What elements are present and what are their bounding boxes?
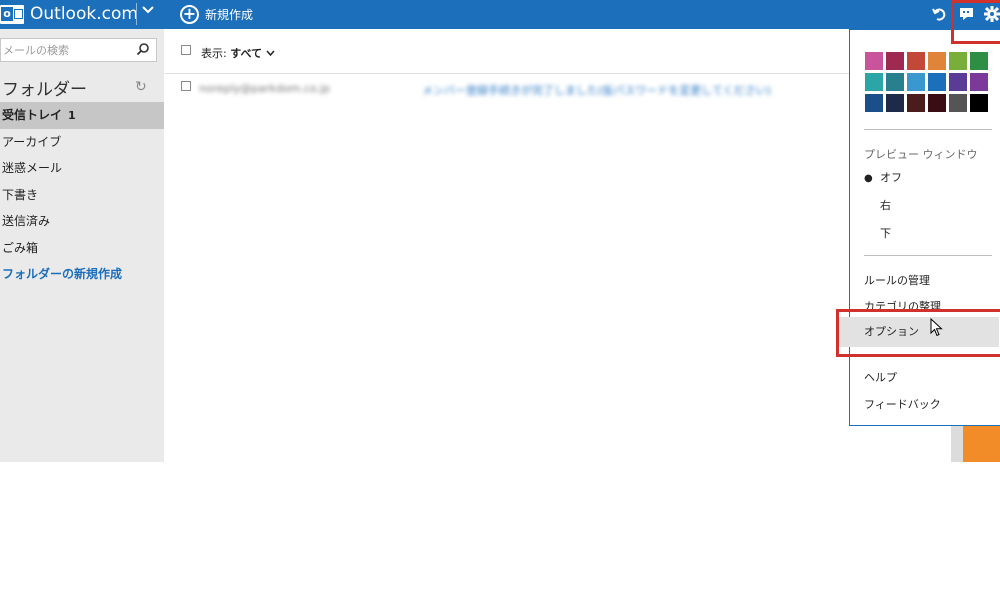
refresh-icon[interactable]: ↻ <box>135 79 147 95</box>
folder-drafts[interactable]: 下書き <box>0 182 164 209</box>
message-sender: noreply@parkdom.co.jp <box>199 82 330 95</box>
folders-heading: フォルダー <box>2 80 87 100</box>
theme-color-swatch[interactable] <box>928 94 946 112</box>
preview-right-option[interactable]: 右 <box>864 197 891 213</box>
plus-circle-icon: + <box>180 4 199 24</box>
theme-color-swatch[interactable] <box>907 73 925 91</box>
folder-sent[interactable]: 送信済み <box>0 208 164 235</box>
settings-dropdown: プレビュー ウィンドウ ● オフ 右 下 ルールの管理 カテゴリの整理 オプション… <box>836 29 1000 426</box>
folder-deleted[interactable]: ごみ箱 <box>0 235 164 262</box>
theme-color-swatch[interactable] <box>907 94 925 112</box>
radio-selected-icon: ● <box>864 173 873 184</box>
theme-color-swatch[interactable] <box>928 73 946 91</box>
search-input[interactable] <box>1 39 130 61</box>
theme-color-swatch[interactable] <box>970 52 988 70</box>
theme-color-swatch[interactable] <box>865 52 883 70</box>
message-checkbox[interactable] <box>181 81 191 91</box>
unread-count: 1 <box>68 109 76 122</box>
chevron-down-icon[interactable] <box>142 3 154 23</box>
theme-color-swatch[interactable] <box>949 94 967 112</box>
menu-divider <box>864 129 992 130</box>
search-icon[interactable] <box>136 42 150 56</box>
brand-divider <box>136 3 137 25</box>
theme-color-swatch[interactable] <box>865 94 883 112</box>
outlook-logo-icon[interactable]: o <box>0 5 24 24</box>
top-bar: o Outlook.com + 新規作成 <box>0 0 1000 29</box>
help-item[interactable]: ヘルプ <box>864 369 897 385</box>
theme-color-swatch[interactable] <box>949 73 967 91</box>
preview-bottom-option[interactable]: 下 <box>864 225 891 241</box>
brand-title[interactable]: Outlook.com <box>30 4 138 24</box>
theme-color-swatch[interactable] <box>907 52 925 70</box>
select-all-checkbox[interactable] <box>181 45 191 55</box>
theme-color-swatch[interactable] <box>949 52 967 70</box>
theme-color-swatch[interactable] <box>970 73 988 91</box>
folder-label: 受信トレイ <box>2 108 63 122</box>
chat-icon[interactable] <box>956 4 976 24</box>
message-subject: メンバー登録手続きが完了しました(仮パスワードを変更してください) <box>422 84 771 97</box>
theme-color-swatch[interactable] <box>928 52 946 70</box>
filter-label: 表示: <box>201 47 227 60</box>
list-divider <box>165 73 850 74</box>
folder-inbox[interactable]: 受信トレイ 1 <box>0 102 164 129</box>
view-filter[interactable]: 表示: すべて <box>201 45 275 61</box>
feedback-item[interactable]: フィードバック <box>864 396 941 412</box>
gear-icon[interactable] <box>982 4 1000 24</box>
theme-color-swatch[interactable] <box>865 73 883 91</box>
options-item[interactable]: オプション <box>836 317 999 347</box>
theme-color-swatch[interactable] <box>886 94 904 112</box>
mouse-cursor-icon <box>930 318 943 337</box>
folder-list: 受信トレイ 1 アーカイブ 迷惑メール 下書き 送信済み ごみ箱 フォルダーの新規… <box>0 102 164 288</box>
theme-color-grid <box>865 52 988 112</box>
message-row[interactable]: noreply@parkdom.co.jp メンバー登録手続きが完了しました(仮… <box>165 75 850 101</box>
chevron-down-icon <box>265 50 275 57</box>
search-box <box>0 38 157 62</box>
theme-color-swatch[interactable] <box>970 94 988 112</box>
ad-edge <box>963 426 1000 462</box>
new-message-label: 新規作成 <box>205 7 254 22</box>
outlook-app: o Outlook.com + 新規作成 フォルダー ↻ 受信トレイ 1 <box>0 0 1000 462</box>
theme-color-swatch[interactable] <box>886 73 904 91</box>
new-message-button[interactable]: + 新規作成 <box>180 3 253 25</box>
folder-junk[interactable]: 迷惑メール <box>0 155 164 182</box>
undo-icon[interactable] <box>929 4 949 24</box>
theme-color-swatch[interactable] <box>886 52 904 70</box>
preview-window-heading: プレビュー ウィンドウ <box>864 148 978 161</box>
sidebar: フォルダー ↻ 受信トレイ 1 アーカイブ 迷惑メール 下書き 送信済み ごみ箱 … <box>0 29 164 462</box>
preview-off-option[interactable]: ● オフ <box>864 169 902 185</box>
manage-rules-item[interactable]: ルールの管理 <box>864 272 930 288</box>
menu-divider <box>864 255 992 256</box>
panel-shadow <box>951 426 963 462</box>
filter-value: すべて <box>230 47 263 60</box>
manage-categories-item[interactable]: カテゴリの整理 <box>864 298 941 314</box>
new-folder-link[interactable]: フォルダーの新規作成 <box>0 261 164 288</box>
folder-archive[interactable]: アーカイブ <box>0 129 164 156</box>
